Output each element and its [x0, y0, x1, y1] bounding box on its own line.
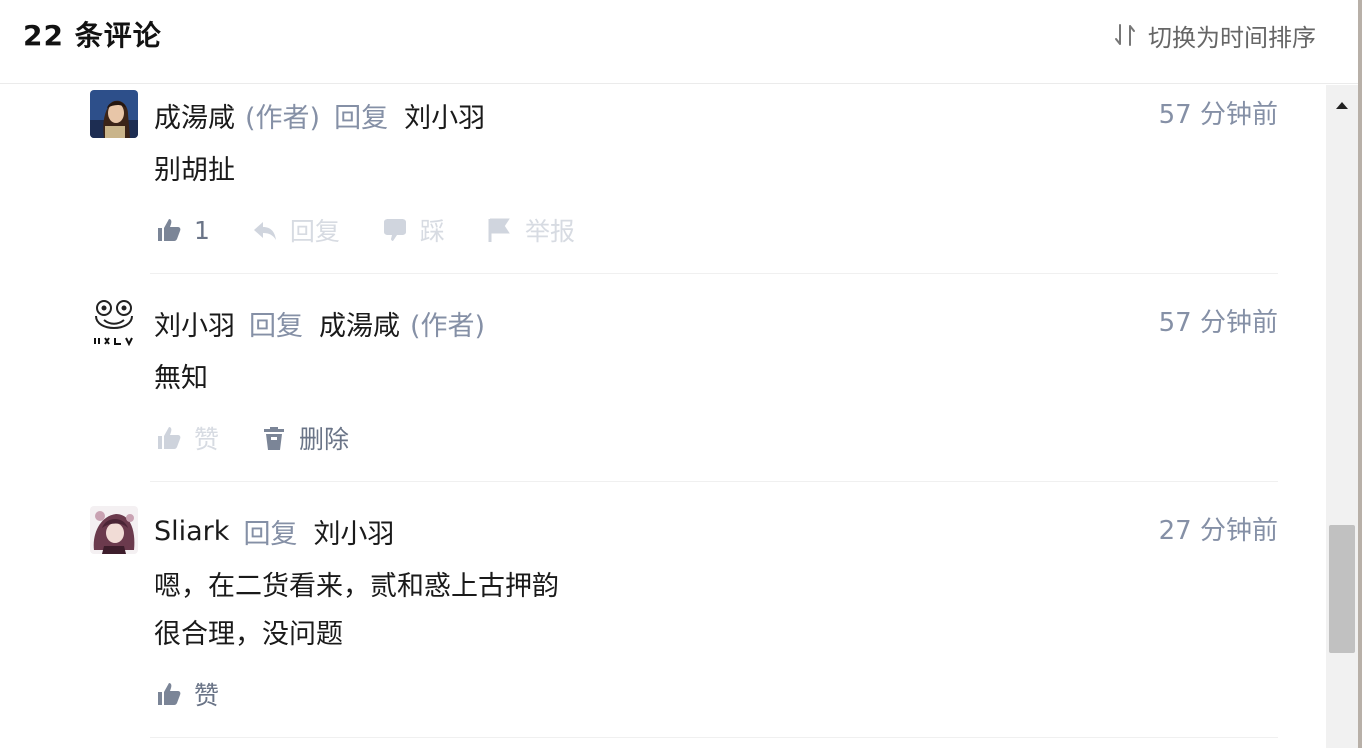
reply-word: 回复 [334, 102, 389, 134]
comment-body-line: 别胡扯 [154, 155, 235, 186]
comment-body-line: 無知 [154, 363, 208, 394]
reply-target-tag: (作者) [410, 310, 486, 342]
author-name[interactable]: 成湯咸 [154, 96, 235, 135]
comment-body: 嗯，在二货看来，贰和惑上古押韵 很合理，没问题 [154, 563, 559, 659]
like-button[interactable]: 赞 [156, 676, 219, 712]
sort-toggle-button[interactable]: 切换为时间排序 [1112, 18, 1316, 52]
scroll-up-arrow-icon [1336, 102, 1348, 109]
comment-actions: 赞 [156, 674, 261, 714]
thumbs-up-icon [158, 427, 181, 449]
comment-body: 别胡扯 [154, 147, 235, 195]
step-button[interactable]: 踩 [382, 212, 445, 248]
comment-count-title: 22 条评论 [23, 19, 162, 52]
like-label: 赞 [194, 681, 220, 710]
author-name[interactable]: Sliark [154, 516, 229, 547]
comment-time: 57 分钟前 [1158, 100, 1278, 130]
trash-icon [264, 427, 285, 450]
delete-label: 删除 [299, 425, 350, 454]
thumbs-down-icon [383, 219, 406, 241]
reply-word: 回复 [243, 518, 298, 550]
comment-meta: 刘小羽 回复 成湯咸 (作者) [154, 303, 485, 343]
sort-toggle-label: 切换为时间排序 [1148, 23, 1316, 52]
comment-divider [150, 481, 1278, 482]
comment-actions: 1 回复 踩 举报 [156, 210, 617, 250]
comment-meta: 成湯咸 (作者) 回复 刘小羽 [154, 95, 485, 135]
window-edge [1358, 0, 1362, 748]
comment-actions: 赞 删除 [156, 418, 391, 458]
reply-target-name[interactable]: 成湯咸 [319, 304, 400, 343]
report-label: 举报 [524, 217, 575, 246]
avatar[interactable] [90, 298, 138, 346]
like-label: 赞 [194, 425, 220, 454]
reply-target-name[interactable]: 刘小羽 [313, 512, 394, 551]
comment-meta: Sliark 回复 刘小羽 [154, 511, 394, 551]
like-count: 1 [194, 215, 210, 245]
report-button[interactable]: 举报 [487, 212, 575, 248]
author-tag: (作者) [245, 102, 321, 134]
scrollbar-thumb[interactable] [1329, 525, 1355, 653]
flag-icon [488, 218, 510, 242]
scroll-up-button[interactable] [1326, 91, 1358, 119]
comment-divider [150, 737, 1278, 738]
avatar[interactable] [90, 90, 138, 138]
comment-divider [150, 273, 1278, 274]
reply-target-name[interactable]: 刘小羽 [404, 96, 485, 135]
like-button[interactable]: 赞 [156, 420, 219, 456]
thumbs-up-icon [158, 219, 181, 241]
comments-header: 22 条评论 切换为时间排序 [0, 0, 1358, 84]
comment-list: 成湯咸 (作者) 回复 刘小羽 57 分钟前 别胡扯 1 回复 踩 举报 刘小羽… [0, 85, 1324, 748]
comment-body-line: 嗯，在二货看来，贰和惑上古押韵 [154, 571, 559, 602]
delete-button[interactable]: 删除 [261, 420, 349, 456]
reply-button[interactable]: 回复 [252, 212, 340, 248]
like-button[interactable]: 1 [156, 216, 210, 245]
reply-label: 回复 [289, 217, 340, 246]
reply-arrow-icon [253, 222, 276, 240]
author-name[interactable]: 刘小羽 [154, 304, 235, 343]
comment-body-line: 很合理，没问题 [154, 619, 343, 650]
step-label: 踩 [419, 217, 445, 246]
thumbs-up-icon [158, 683, 181, 705]
reply-word: 回复 [249, 310, 303, 342]
comment-time: 27 分钟前 [1158, 516, 1278, 546]
vertical-scrollbar[interactable] [1326, 85, 1358, 748]
comment-time: 57 分钟前 [1158, 308, 1278, 338]
comment-body: 無知 [154, 355, 208, 403]
avatar[interactable] [90, 506, 138, 554]
sort-arrows-icon [1115, 24, 1135, 46]
